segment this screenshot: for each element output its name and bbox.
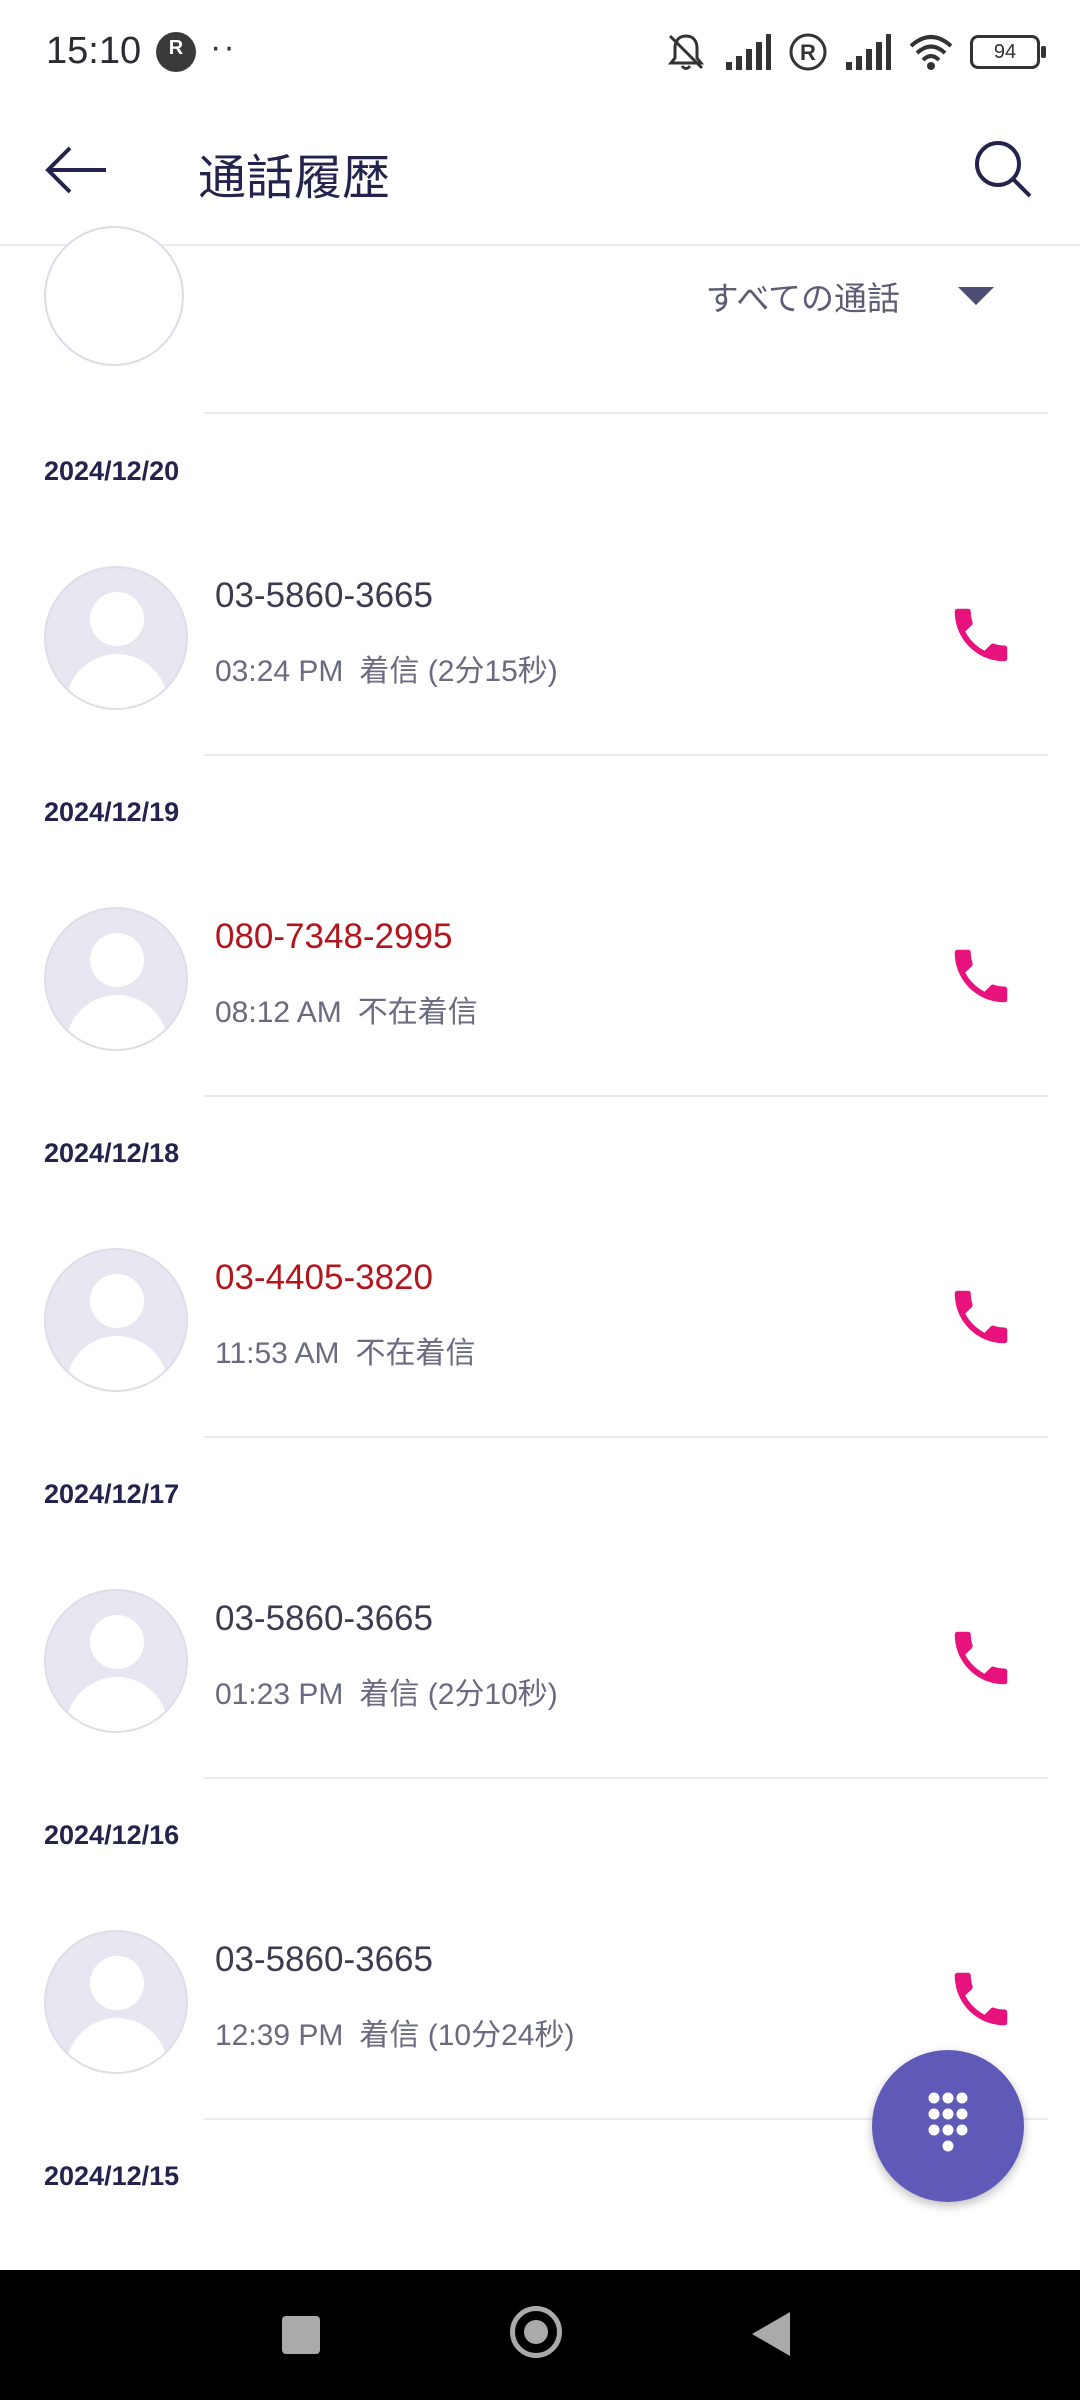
home-button[interactable] — [510, 2306, 562, 2358]
svg-text:R: R — [800, 40, 816, 65]
call-log-item[interactable]: 080-7348-2995 08:12 AM 不在着信 — [0, 891, 1080, 1091]
more-notifications-icon: ·· — [210, 28, 237, 66]
divider — [204, 412, 1048, 414]
back-button[interactable] — [40, 130, 120, 210]
divider — [204, 1095, 1048, 1097]
phone-icon — [954, 1972, 1008, 2026]
call-number: 03-4405-3820 — [215, 1258, 433, 1297]
avatar — [44, 200, 184, 368]
date-header: 2024/12/18 — [44, 1138, 180, 1168]
call-info: 11:53 AM 不在着信 — [215, 1328, 476, 1372]
screen: 15:10 R ·· R 94 通話履歴 すべての通話 2024/12/20 0… — [0, 0, 1080, 2400]
system-nav-bar — [0, 2270, 1080, 2400]
phone-icon — [954, 1290, 1008, 1344]
search-icon — [975, 141, 1032, 198]
dialpad-button[interactable] — [872, 2050, 1024, 2202]
call-status: 着信 (2分10秒) — [359, 1678, 558, 1711]
mute-bell-icon — [667, 34, 705, 70]
avatar — [44, 1930, 188, 2074]
call-info: 12:39 PM 着信 (10分24秒) — [215, 2010, 574, 2054]
call-info: 03:24 PM 着信 (2分15秒) — [215, 646, 558, 690]
battery-icon: 94 — [970, 35, 1046, 69]
avatar — [44, 566, 188, 710]
date-header: 2024/12/19 — [44, 797, 180, 827]
divider — [204, 754, 1048, 756]
avatar — [44, 1248, 188, 1392]
call-number: 03-5860-3665 — [215, 1940, 433, 1979]
rlink-icon: R — [156, 32, 196, 72]
avatar — [44, 1589, 188, 1733]
filter-selected-label: すべての通話 — [705, 280, 900, 317]
call-log-item[interactable]: 03-4405-3820 11:53 AM 不在着信 — [0, 1232, 1080, 1432]
call-log-item[interactable]: 03-5860-3665 01:23 PM 着信 (2分10秒) — [0, 1573, 1080, 1773]
recent-apps-button[interactable] — [282, 2316, 320, 2354]
divider — [204, 1436, 1048, 1438]
page-title: 通話履歴 — [198, 152, 391, 205]
caret-down-icon — [958, 287, 994, 305]
call-button[interactable] — [946, 1282, 1016, 1352]
date-header: 2024/12/16 — [44, 1820, 180, 1850]
call-time: 12:39 PM — [215, 2019, 344, 2052]
call-info: 08:12 AM 不在着信 — [215, 987, 478, 1031]
wifi-icon — [909, 35, 953, 70]
avatar — [44, 907, 188, 1051]
status-time: 15:10 — [46, 30, 142, 72]
call-number: 080-7348-2995 — [215, 917, 453, 956]
call-number: 03-5860-3665 — [215, 1599, 433, 1638]
call-log-item[interactable]: 03-5860-3665 03:24 PM 着信 (2分15秒) — [0, 550, 1080, 750]
date-header: 2024/12/15 — [44, 2161, 180, 2191]
dialpad-icon — [928, 2092, 968, 2152]
date-header: 2024/12/20 — [44, 456, 180, 486]
phone-icon — [954, 949, 1008, 1003]
call-filter-select[interactable]: すべての通話 — [706, 272, 994, 320]
call-time: 01:23 PM — [215, 1678, 344, 1711]
call-button[interactable] — [946, 941, 1016, 1011]
arrow-left-icon — [45, 146, 106, 194]
call-button[interactable] — [946, 1623, 1016, 1693]
phone-icon — [954, 1631, 1008, 1685]
date-header: 2024/12/17 — [44, 1479, 180, 1509]
signal-icon — [726, 34, 771, 70]
call-time: 11:53 AM — [215, 1337, 340, 1370]
call-button[interactable] — [946, 1964, 1016, 2034]
call-info: 01:23 PM 着信 (2分10秒) — [215, 1669, 558, 1713]
roaming-r-icon: R — [789, 33, 827, 71]
call-number: 03-5860-3665 — [215, 576, 433, 615]
divider — [204, 1777, 1048, 1779]
call-status: 不在着信 — [357, 996, 478, 1029]
search-button[interactable] — [964, 130, 1044, 210]
call-time: 08:12 AM — [215, 996, 342, 1029]
call-time: 03:24 PM — [215, 655, 344, 688]
signal-icon — [846, 34, 891, 70]
back-nav-button[interactable] — [752, 2312, 790, 2356]
call-status: 不在着信 — [355, 1337, 476, 1370]
call-button[interactable] — [946, 600, 1016, 670]
status-bar: 15:10 R ·· R 94 — [0, 0, 1080, 100]
call-status: 着信 (2分15秒) — [359, 655, 558, 688]
call-status: 着信 (10分24秒) — [359, 2019, 575, 2052]
status-icons: R 94 — [664, 30, 1046, 74]
phone-icon — [954, 608, 1008, 662]
